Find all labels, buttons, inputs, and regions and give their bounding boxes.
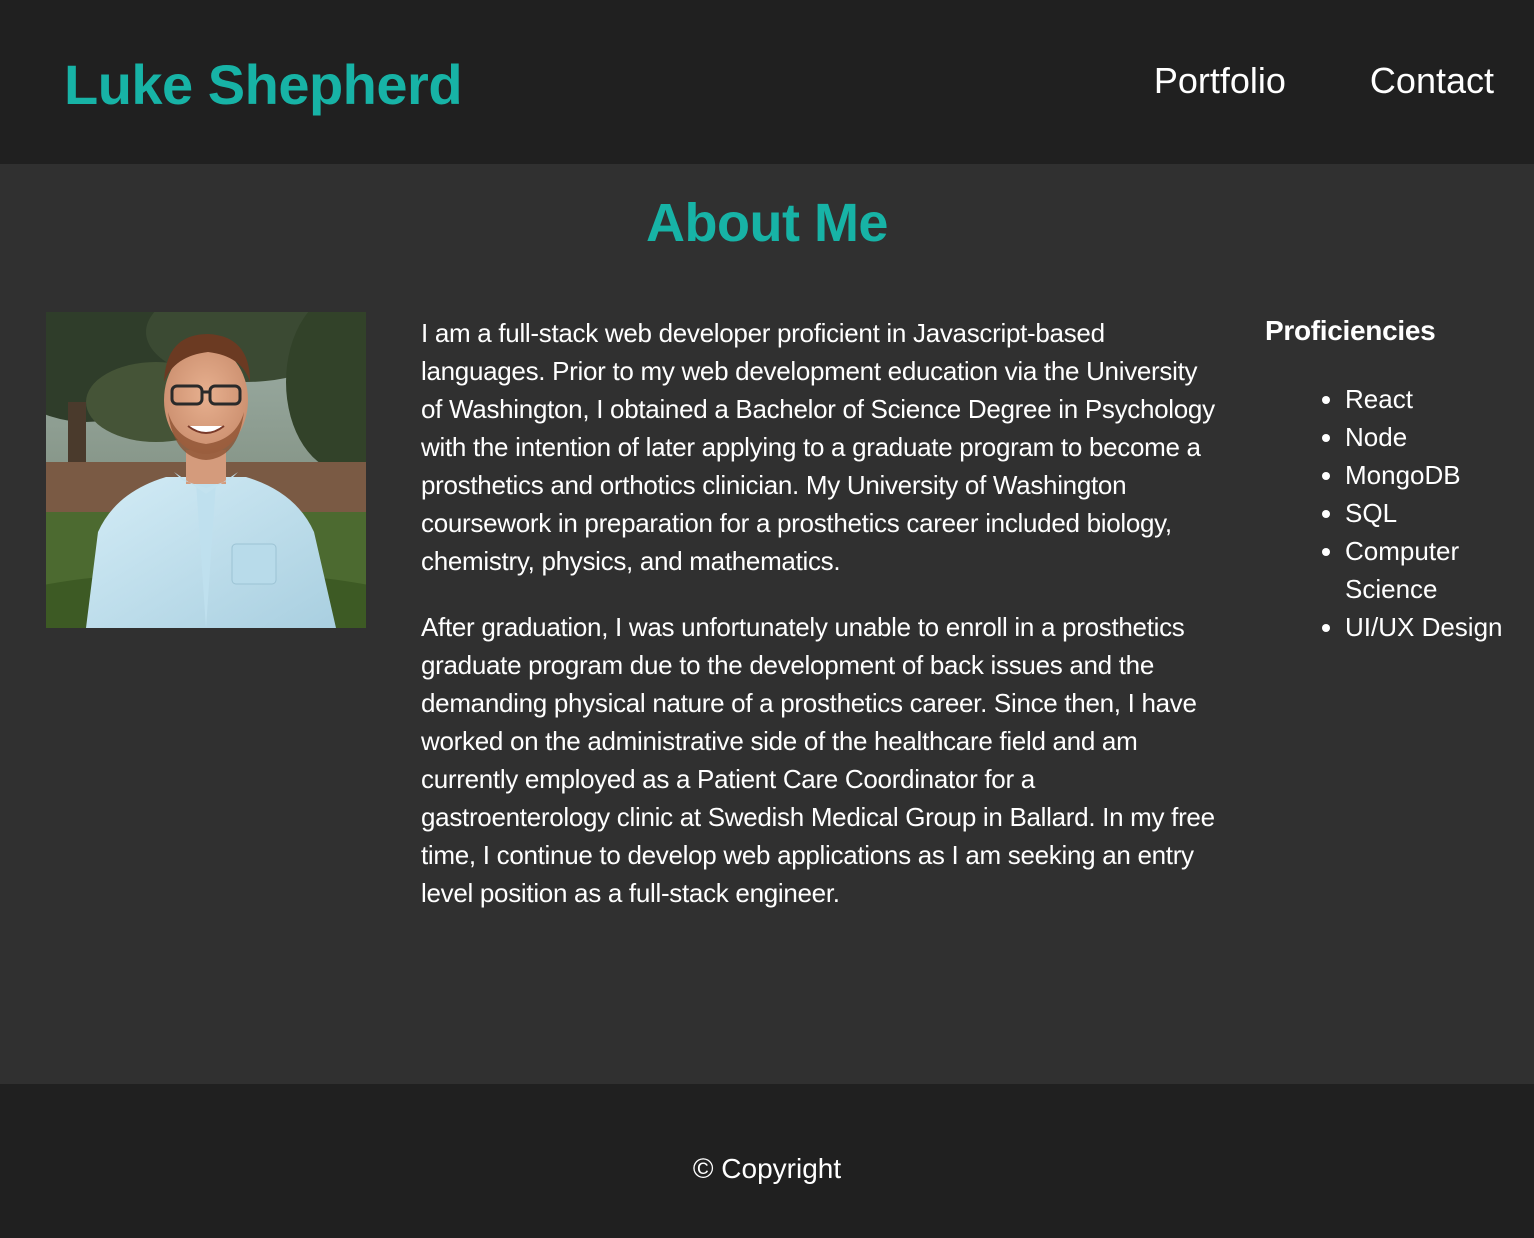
bio-paragraph: I am a full-stack web developer proficie… xyxy=(421,318,1215,576)
proficiency-item: SQL xyxy=(1345,494,1525,532)
about-section: About Me I am a full-stack web developer… xyxy=(0,164,1534,1084)
proficiency-item: UI/UX Design xyxy=(1345,608,1525,646)
proficiencies-panel: Proficiencies React Node MongoDB SQL Com… xyxy=(1265,312,1525,646)
proficiency-item: MongoDB xyxy=(1345,456,1525,494)
proficiency-item: React xyxy=(1345,380,1525,418)
proficiencies-title: Proficiencies xyxy=(1265,315,1436,346)
proficiency-item: Node xyxy=(1345,418,1525,456)
proficiencies-list: React Node MongoDB SQL Computer Science … xyxy=(1265,380,1525,646)
page-title: About Me xyxy=(646,193,888,253)
bio-paragraph: After graduation, I was unfortunately un… xyxy=(421,612,1215,908)
brand-title[interactable]: Luke Shepherd xyxy=(64,52,463,118)
main-nav: Portfolio Contact xyxy=(1154,58,1494,104)
proficiency-item: Computer Science xyxy=(1345,532,1525,608)
profile-photo xyxy=(46,312,366,628)
nav-contact-link[interactable]: Contact xyxy=(1370,58,1494,104)
bio-text: I am a full-stack web developer proficie… xyxy=(421,314,1221,940)
site-header: Luke Shepherd Portfolio Contact xyxy=(0,0,1534,164)
site-footer: © Copyright xyxy=(0,1084,1534,1238)
nav-portfolio-link[interactable]: Portfolio xyxy=(1154,58,1286,104)
copyright-text: © Copyright xyxy=(692,1153,842,1184)
